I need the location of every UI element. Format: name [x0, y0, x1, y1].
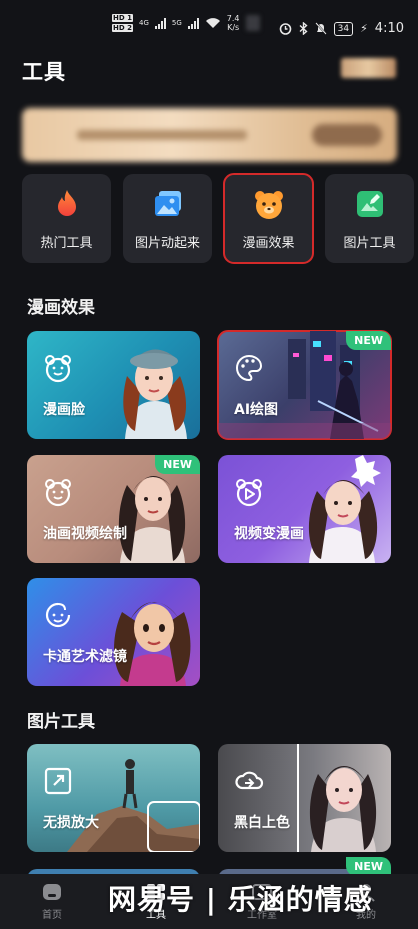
comic-girl-illustration [123, 349, 187, 439]
signal-icon [154, 17, 166, 29]
quick-tool-hot[interactable]: 热门工具 [22, 174, 111, 263]
palette-icon [236, 354, 262, 382]
quick-tool-image[interactable]: 图片工具 [325, 174, 414, 263]
banner-button-blur [312, 124, 382, 146]
card-label: 油画视频绘制 [43, 526, 127, 542]
quick-tool-animate[interactable]: 图片动起来 [123, 174, 212, 263]
home-icon [43, 884, 61, 900]
card-cartoon-filter[interactable]: 卡通艺术滤镜 [27, 578, 200, 686]
cliff-hiker-illustration [67, 759, 200, 852]
section-title-image-tools: 图片工具 [27, 712, 95, 732]
bear-face-icon [254, 191, 283, 219]
image-edit-icon [356, 191, 383, 217]
quick-tool-label: 热门工具 [40, 236, 93, 251]
card-label: AI绘图 [234, 402, 279, 418]
watermark: 网易号 | 乐涵的情感 [108, 883, 373, 916]
card-label: 黑白上色 [234, 815, 290, 831]
card-lossless-upscale[interactable]: 无损放大 [27, 744, 200, 852]
promo-banner[interactable] [22, 108, 397, 162]
cartoon-face-icon [45, 602, 71, 628]
new-badge: NEW [155, 455, 200, 474]
hd1-label: HD 1 [112, 14, 133, 22]
mute-bell-icon [314, 22, 327, 35]
color-cloud-icon [235, 771, 264, 790]
bear-icon [45, 355, 71, 383]
fire-icon [57, 190, 76, 216]
bluetooth-icon [299, 22, 308, 35]
page-title: 工具 [22, 60, 66, 84]
card-comic-face[interactable]: 漫画脸 [27, 331, 200, 439]
signal-icon-2 [187, 17, 199, 29]
battery-level: 34 [333, 21, 354, 36]
status-right: 34 ⚡ 4:10 [279, 21, 404, 36]
charging-icon: ⚡ [360, 22, 368, 35]
avatar[interactable] [341, 58, 396, 78]
bear-icon [45, 479, 71, 507]
cartoon-girl-illustration [114, 602, 191, 686]
card-label: 漫画脸 [43, 402, 85, 418]
network-speed: 7.4 K/s [227, 14, 240, 32]
card-video-to-comic[interactable]: 视频变漫画 [218, 455, 391, 563]
quick-tool-label: 图片工具 [343, 236, 396, 251]
status-bar: HD 1 HD 2 4G 5G 7.4 K/s 34 ⚡ 4:10 [0, 0, 418, 50]
colorize-girl-illustration [297, 744, 377, 852]
comic-woman-illustration [308, 455, 381, 563]
banner-text-blur [77, 130, 247, 140]
hd-indicator: HD 1 HD 2 [112, 14, 133, 32]
card-label: 无损放大 [43, 815, 99, 831]
card-colorize[interactable]: 黑白上色 [218, 744, 391, 852]
network-4g-label: 4G [138, 19, 149, 27]
section-title-comic: 漫画效果 [27, 298, 95, 318]
speed-unit: K/s [227, 23, 240, 32]
card-ai-drawing[interactable]: AI绘图 NEW [217, 330, 392, 440]
quick-tool-label: 图片动起来 [134, 236, 200, 251]
clock: 4:10 [374, 21, 404, 36]
nav-home[interactable]: 首页 [22, 882, 82, 921]
status-left: HD 1 HD 2 4G 5G 7.4 K/s [112, 14, 260, 32]
nav-label: 首页 [42, 910, 62, 921]
network-5g-label: 5G [171, 19, 182, 27]
expand-icon [44, 767, 72, 795]
card-oil-painting-video[interactable]: 油画视频绘制 NEW [27, 455, 200, 563]
video-bear-icon [236, 479, 262, 507]
alarm-icon [279, 23, 291, 35]
blurred-status-item [245, 15, 260, 31]
wifi-icon [205, 18, 220, 28]
quick-tools-row: 热门工具 图片动起来 漫画效果 图片工具 [22, 173, 414, 264]
image-gallery-icon [154, 191, 181, 216]
card-label: 视频变漫画 [234, 526, 304, 542]
card-label: 卡通艺术滤镜 [43, 649, 127, 665]
speed-value: 7.4 [226, 14, 240, 23]
new-badge: NEW [346, 331, 391, 350]
quick-tool-label: 漫画效果 [242, 236, 295, 251]
hd2-label: HD 2 [112, 24, 133, 32]
quick-tool-comic[interactable]: 漫画效果 [223, 173, 314, 264]
